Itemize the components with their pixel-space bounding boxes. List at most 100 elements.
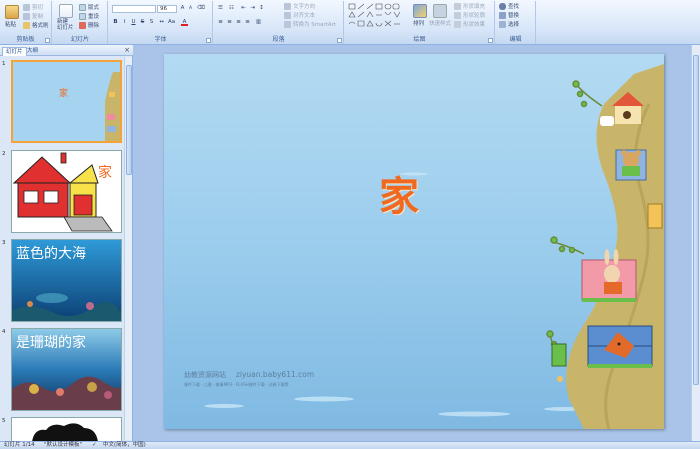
tab-slides[interactable]: 幻灯片	[2, 47, 27, 56]
panel-scrollbar[interactable]	[124, 57, 132, 440]
find-button[interactable]: 查找	[499, 2, 519, 10]
outline-icon	[454, 11, 461, 19]
editing-group-label: 编辑	[509, 36, 522, 43]
italic-icon[interactable]: I	[121, 19, 128, 26]
slide-thumbnail-2[interactable]: 家	[11, 150, 122, 233]
brush-icon	[23, 21, 30, 29]
justify-icon[interactable]: ≡	[244, 19, 251, 26]
edit-scrollbar[interactable]	[691, 45, 700, 441]
paste-icon[interactable]	[5, 5, 19, 19]
layout-button[interactable]: 版式	[79, 3, 99, 11]
slide-thumbnail-5[interactable]	[11, 417, 122, 441]
replace-button[interactable]: 替换	[499, 11, 519, 19]
font-launcher[interactable]	[206, 38, 211, 43]
watermark-sub: 课件下载 · 儿歌 · 故事MP3 · FLASH课件下载 · 试卷下载等	[184, 382, 289, 387]
spellcheck-icon[interactable]: ✓	[92, 442, 97, 449]
select-button[interactable]: 选择	[499, 20, 519, 28]
drawing-group: 排列 快速样式 形状填充 形状轮廓 形状效果 绘图	[345, 1, 495, 44]
shapes-gallery[interactable]	[348, 3, 406, 29]
clear-format-icon[interactable]: ⌫	[197, 5, 205, 12]
arrange-button[interactable]: 排列	[413, 19, 424, 27]
drawing-group-label: 绘图	[413, 36, 426, 43]
delete-icon	[79, 21, 86, 29]
edit-scroll-thumb[interactable]	[693, 55, 699, 385]
slide-4-preview: 是珊瑚的家	[12, 329, 121, 410]
change-case-icon[interactable]: Aa	[168, 19, 175, 26]
scissors-icon	[23, 3, 30, 11]
char-spacing-icon[interactable]: ↔	[158, 19, 165, 26]
slide-3-title: 蓝色的大海	[16, 245, 86, 262]
slide-5-preview	[12, 418, 121, 441]
paste-button[interactable]: 粘贴	[5, 20, 16, 28]
grow-font-icon[interactable]: A	[179, 5, 186, 12]
close-icon[interactable]: ×	[124, 46, 130, 54]
arrange-icon[interactable]	[413, 4, 427, 18]
language-status[interactable]: 中文(简体，中国)	[103, 442, 146, 449]
binoculars-icon	[499, 2, 506, 10]
slide-thumbnail-4[interactable]: 是珊瑚的家	[11, 328, 122, 411]
effects-icon	[454, 20, 461, 28]
slide-2-preview: 家	[12, 151, 121, 232]
delete-button[interactable]: 删除	[79, 21, 99, 29]
slide-number: 5	[2, 418, 6, 424]
slide-1-title: 家	[59, 87, 68, 99]
watermark-cn: 幼教资源网站	[184, 371, 226, 379]
align-text-button[interactable]: 对齐文本	[284, 11, 315, 19]
shape-effects-button[interactable]: 形状效果	[454, 20, 485, 28]
convert-smartart-button[interactable]: 转换为 SmartArt	[284, 20, 336, 28]
shape-fill-button[interactable]: 形状填充	[454, 2, 485, 10]
copy-button[interactable]: 复制	[23, 12, 43, 20]
slide-4-title: 是珊瑚的家	[16, 334, 86, 351]
fox-window	[587, 325, 653, 368]
align-right-icon[interactable]: ≡	[235, 19, 242, 26]
slide-count: 幻灯片 1/14	[4, 442, 35, 448]
slide-edit-area: 家 幼教资源网站 ziyuan.baby611.com 课件下载 · 儿歌 · …	[134, 45, 700, 441]
clipboard-launcher[interactable]	[45, 38, 50, 43]
columns-icon[interactable]: ▥	[255, 19, 262, 26]
bullets-icon[interactable]: ☰	[217, 5, 224, 12]
decrease-indent-icon[interactable]: ⇤	[240, 5, 247, 12]
yellow-window	[647, 203, 663, 229]
shrink-font-icon[interactable]: A	[187, 5, 194, 12]
font-color-icon[interactable]: A	[181, 19, 188, 26]
quick-styles-icon[interactable]	[433, 4, 447, 18]
paragraph-group-label: 段落	[272, 36, 285, 43]
ribbon: 粘贴 剪切 复制 格式刷 剪贴板 新建 幻灯片 版式 重设 删除 幻灯片 96 …	[0, 0, 700, 45]
quick-styles-button[interactable]: 快速样式	[429, 19, 451, 27]
underline-icon[interactable]: U	[130, 19, 137, 26]
slide-2-title: 家	[98, 164, 112, 181]
bold-icon[interactable]: B	[112, 19, 119, 26]
strikethrough-icon[interactable]: S	[139, 19, 146, 26]
align-left-icon[interactable]: ≡	[217, 19, 224, 26]
drawing-launcher[interactable]	[488, 38, 493, 43]
align-center-icon[interactable]: ≡	[226, 19, 233, 26]
font-group-label: 字体	[154, 36, 167, 43]
theme-name: "默认设计模板"	[44, 442, 83, 448]
clipboard-group: 粘贴 剪切 复制 格式刷 剪贴板	[0, 1, 52, 44]
cursor-icon	[499, 20, 506, 28]
slide-title[interactable]: 家	[369, 164, 429, 222]
slide-thumbnail-1[interactable]: 家	[11, 60, 122, 143]
reset-icon	[79, 12, 86, 20]
panel-scroll-thumb[interactable]	[126, 65, 132, 175]
new-slide-icon[interactable]	[59, 4, 73, 18]
shadow-icon[interactable]: S	[148, 19, 155, 26]
paragraph-launcher[interactable]	[337, 38, 342, 43]
font-size-combo[interactable]: 96	[157, 5, 177, 13]
slide-number: 2	[2, 151, 6, 157]
new-slide-button[interactable]: 新建 幻灯片	[57, 19, 74, 31]
text-direction-button[interactable]: 文字方向	[284, 2, 315, 10]
slide-thumbnail-3[interactable]: 蓝色的大海	[11, 239, 122, 322]
numbering-icon[interactable]: ☷	[228, 5, 235, 12]
increase-indent-icon[interactable]: ⇥	[249, 5, 256, 12]
font-name-combo[interactable]	[112, 5, 156, 13]
cut-button[interactable]: 剪切	[23, 3, 43, 11]
line-spacing-icon[interactable]: ↕	[258, 5, 265, 12]
format-painter-button[interactable]: 格式刷	[23, 21, 49, 29]
current-slide[interactable]: 家 幼教资源网站 ziyuan.baby611.com 课件下载 · 儿歌 · …	[164, 54, 664, 429]
editing-group: 查找 替换 选择 编辑	[496, 1, 536, 44]
shape-outline-button[interactable]: 形状轮廓	[454, 11, 485, 19]
tab-outline[interactable]: 大纲	[24, 47, 41, 56]
reset-button[interactable]: 重设	[79, 12, 99, 20]
status-bar: 幻灯片 1/14 "默认设计模板" ✓ 中文(简体，中国)	[0, 441, 700, 449]
